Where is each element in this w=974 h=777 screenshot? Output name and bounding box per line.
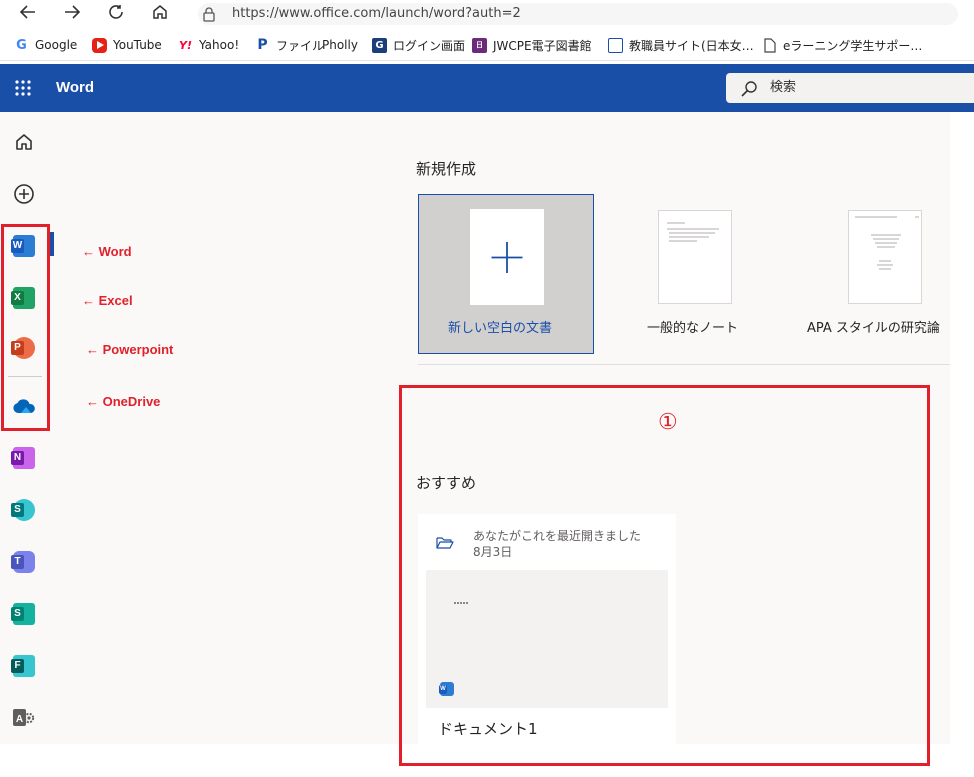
admin-app[interactable]: A: [0, 698, 48, 738]
svg-text:A: A: [16, 714, 23, 725]
bookmark-label: Pholly: [322, 38, 358, 52]
document-lines-thumbnail: [667, 222, 719, 242]
back-arrow-icon[interactable]: [16, 3, 40, 25]
address-bar[interactable]: https://www.office.com/launch/word?auth=…: [198, 3, 958, 25]
template-blank-label[interactable]: 新しい空白の文書: [448, 317, 552, 336]
bookmark-label: Yahoo!: [199, 38, 240, 52]
url-text: https://www.office.com/launch/word?auth=…: [232, 6, 521, 21]
onenote-app[interactable]: N: [0, 438, 48, 478]
document-lines-thumbnail: [855, 216, 919, 270]
sway-app[interactable]: S: [0, 594, 48, 634]
bookmark-login[interactable]: G ログイン画面: [372, 36, 465, 54]
bookmark-elearning[interactable]: eラーニング学生サポー…: [762, 36, 922, 54]
sway-icon: S: [11, 603, 35, 625]
forward-arrow-icon[interactable]: [60, 3, 84, 25]
plus-circle-icon: [14, 184, 34, 204]
create-nav[interactable]: [0, 174, 48, 214]
g-logo-icon: G: [372, 37, 387, 53]
annotation-excel: ← Excel: [82, 293, 133, 308]
search-box[interactable]: 検索: [726, 73, 974, 103]
bookmark-label: 教職員サイト(日本女…: [629, 38, 754, 53]
annotation-onedrive: ← OneDrive: [86, 394, 161, 409]
bookmark-label: ログイン画面: [393, 38, 466, 53]
library-icon: 日: [472, 37, 487, 53]
p-logo-icon: P: [255, 37, 270, 53]
bookmark-staff-site[interactable]: 教職員サイト(日本女…: [608, 36, 754, 54]
bookmark-file[interactable]: P ファイル: [255, 36, 324, 54]
annotation-box-apps: [1, 224, 50, 431]
teams-app[interactable]: T: [0, 542, 48, 582]
annotation-word: ← Word: [82, 244, 132, 259]
home-icon: [16, 134, 32, 150]
teams-icon: T: [11, 551, 35, 573]
bookmark-label: YouTube: [113, 38, 162, 52]
active-indicator: [50, 232, 54, 256]
page-icon: [762, 37, 777, 53]
bookmark-jwcpe[interactable]: 日 JWCPE電子図書館: [472, 36, 592, 54]
blank-page-thumbnail: [470, 209, 544, 305]
onenote-icon: N: [11, 447, 35, 469]
bookmark-label: Google: [35, 38, 78, 52]
suite-header: Word 検索: [0, 64, 974, 112]
home-nav[interactable]: [0, 122, 48, 162]
lock-icon: [202, 6, 216, 26]
bookmark-pholly[interactable]: Pholly: [322, 36, 358, 54]
app-launcher-icon[interactable]: [14, 79, 32, 97]
annotation-powerpoint: ← Powerpoint: [86, 342, 174, 357]
admin-gear-icon: A: [13, 709, 35, 726]
bookmark-label: ファイル: [276, 38, 325, 53]
bookmark-label: JWCPE電子図書館: [493, 38, 592, 53]
bookmarks-bar: G Google YouTube Y! Yahoo! P ファイル Pholly…: [0, 30, 974, 61]
section-divider: [418, 364, 950, 365]
home-icon[interactable]: [148, 3, 172, 25]
template-apa-label[interactable]: APA スタイルの研究論: [807, 317, 940, 336]
template-note-thumbnail[interactable]: [658, 210, 732, 304]
template-apa-thumbnail[interactable]: [848, 210, 922, 304]
yahoo-icon: Y!: [178, 37, 193, 53]
google-icon: G: [14, 37, 29, 53]
search-icon: [741, 81, 757, 97]
browser-toolbar: https://www.office.com/launch/word?auth=…: [0, 0, 974, 28]
reload-icon[interactable]: [104, 3, 128, 25]
site-icon: [608, 37, 623, 53]
template-note-label[interactable]: 一般的なノート: [647, 317, 738, 336]
youtube-icon: [92, 37, 107, 53]
plus-icon: [491, 242, 523, 273]
app-name[interactable]: Word: [56, 77, 94, 99]
bookmark-youtube[interactable]: YouTube: [92, 36, 162, 54]
sharepoint-icon: S: [11, 499, 35, 521]
bookmark-yahoo[interactable]: Y! Yahoo!: [178, 36, 239, 54]
search-placeholder: 検索: [770, 80, 797, 95]
forms-app[interactable]: F: [0, 646, 48, 686]
forms-icon: F: [11, 655, 35, 677]
bookmark-google[interactable]: G Google: [14, 36, 77, 54]
annotation-box-recommended-overlay: [399, 385, 930, 766]
section-title-new: 新規作成: [416, 160, 477, 178]
sharepoint-app[interactable]: S: [0, 490, 48, 530]
bookmark-label: eラーニング学生サポー…: [783, 38, 923, 53]
